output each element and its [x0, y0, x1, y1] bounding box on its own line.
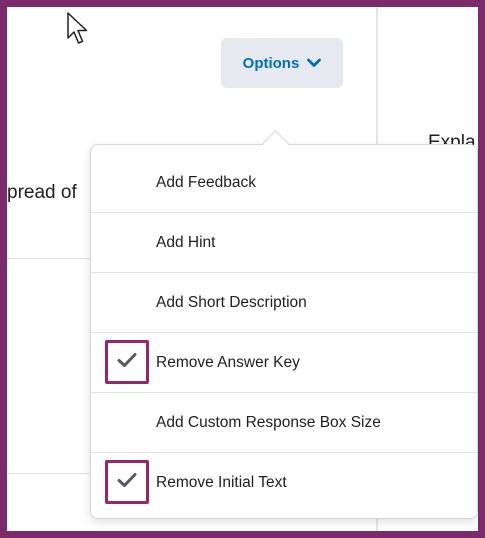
menu-item-label: Add Custom Response Box Size	[156, 413, 381, 431]
menu-item-add-short-description[interactable]: Add Short Description	[91, 273, 477, 333]
menu-item-add-feedback[interactable]: Add Feedback	[91, 153, 477, 213]
row-divider	[7, 473, 91, 474]
menu-item-remove-initial-text[interactable]: Remove Initial Text	[91, 453, 477, 513]
row-divider	[7, 258, 91, 259]
highlight-box	[105, 460, 149, 504]
mouse-pointer-icon	[67, 12, 91, 51]
menu-item-label: Remove Answer Key	[156, 353, 300, 371]
menu-item-remove-answer-key[interactable]: Remove Answer Key	[91, 333, 477, 393]
menu-item-label: Add Feedback	[156, 173, 256, 191]
options-dropdown-menu: Add Feedback Add Hint Add Short Descript…	[90, 144, 478, 519]
checkmark-icon	[117, 472, 137, 493]
checkmark-icon	[117, 352, 137, 373]
column-divider	[478, 120, 479, 538]
menu-item-label: Remove Initial Text	[156, 474, 287, 491]
question-text-fragment: pread of	[7, 182, 77, 203]
highlight-box	[105, 340, 149, 384]
chevron-down-icon	[307, 58, 322, 68]
options-label: Options	[242, 54, 300, 72]
menu-item-label: Add Short Description	[156, 293, 307, 311]
menu-item-add-hint[interactable]: Add Hint	[91, 213, 477, 273]
menu-item-add-custom-response-box-size[interactable]: Add Custom Response Box Size	[91, 393, 477, 453]
options-button[interactable]: Options	[221, 38, 343, 88]
menu-item-label: Add Hint	[156, 233, 216, 251]
